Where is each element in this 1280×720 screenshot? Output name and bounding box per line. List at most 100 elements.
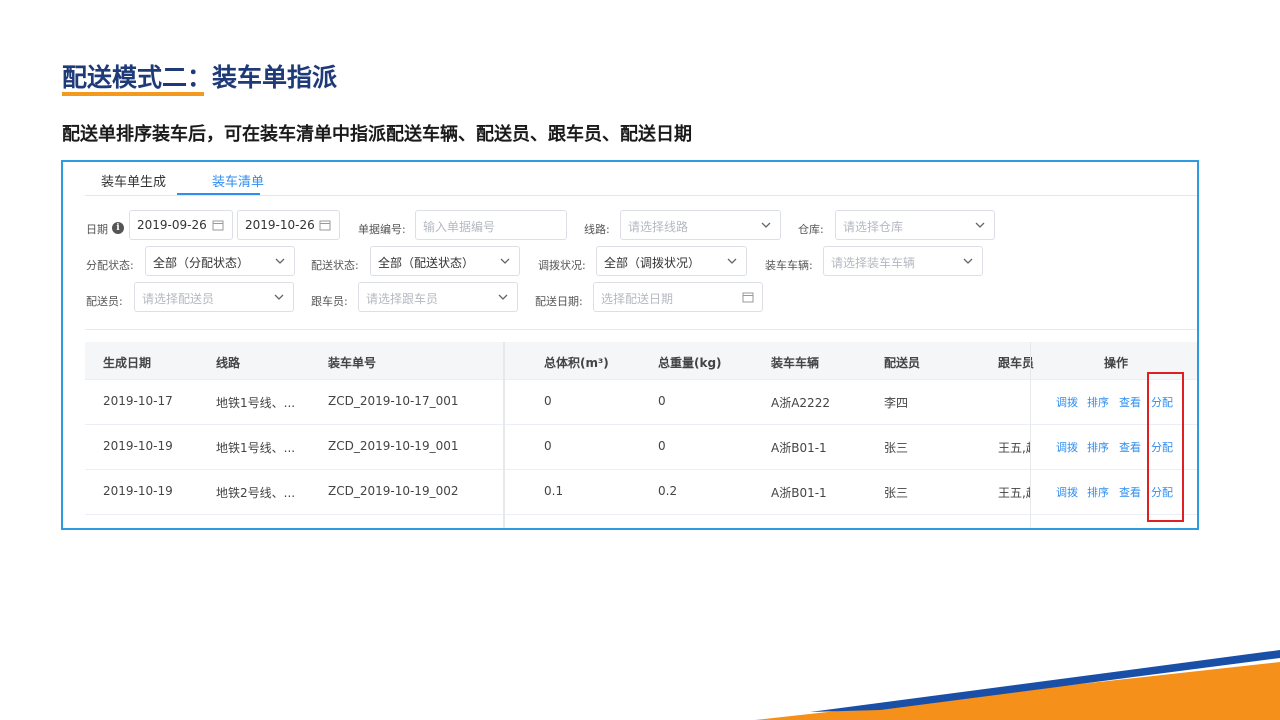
cell-no: ZCD_2019-10-19_002: [328, 484, 459, 498]
col-header-no: 装车单号: [328, 356, 377, 370]
cell-courier: 李四: [884, 396, 909, 410]
chevron-down-icon: [963, 258, 973, 264]
sort-link[interactable]: 排序: [1087, 439, 1109, 455]
courier-placeholder: 请选择配送员: [142, 292, 215, 306]
cell-date: 2019-10-19: [103, 484, 173, 498]
transfer-link[interactable]: 调拨: [1056, 394, 1078, 410]
fixed-column-divider-left: [503, 342, 505, 528]
cell-no: ZCD_2019-10-17_001: [328, 394, 459, 408]
escort-label: 跟车员:: [311, 295, 348, 308]
screenshot-frame: 装车单生成 装车清单 日期 i 2019-09-26 2019-10-26 单据…: [61, 160, 1199, 530]
cell-no: ZCD_2019-10-19_001: [328, 439, 459, 453]
start-date-value: 2019-09-26: [137, 218, 207, 232]
chevron-down-icon: [498, 294, 508, 300]
end-date-value: 2019-10-26: [245, 218, 315, 232]
doc-no-placeholder: 输入单据编号: [423, 220, 496, 234]
cell-route: 地铁2号线、...: [216, 486, 296, 500]
route-placeholder: 请选择线路: [628, 220, 689, 234]
col-header-date: 生成日期: [103, 356, 152, 370]
chevron-down-icon: [500, 258, 510, 264]
date-label: 日期: [86, 223, 108, 236]
vehicle-label: 装车车辆:: [765, 259, 813, 272]
view-link[interactable]: 查看: [1119, 439, 1141, 455]
view-link[interactable]: 查看: [1119, 484, 1141, 500]
cell-courier: 张三: [884, 441, 909, 455]
route-label: 线路:: [584, 223, 610, 236]
cell-date: 2019-10-17: [103, 394, 173, 408]
slide-title: 配送模式二：装车单指派: [62, 63, 338, 92]
escort-placeholder: 请选择跟车员: [366, 292, 439, 306]
cell-weight: 0: [658, 394, 666, 408]
delivery-status-label: 配送状态:: [311, 259, 359, 272]
warehouse-label: 仓库:: [798, 223, 824, 236]
cell-route: 地铁1号线、...: [216, 441, 296, 455]
courier-label: 配送员:: [86, 295, 123, 308]
col-header-escort: 跟车员: [998, 356, 1035, 370]
assign-status-value: 全部（分配状态）: [153, 256, 250, 270]
cell-vehicle: A浙B01-1: [771, 441, 827, 455]
tab-loading-list[interactable]: 装车清单: [212, 171, 264, 190]
assign-status-label: 分配状态:: [86, 259, 134, 272]
route-select[interactable]: 请选择线路: [620, 210, 781, 240]
transfer-status-select[interactable]: 全部（调拨状况）: [596, 246, 747, 276]
cell-vehicle: A浙B01-1: [771, 486, 827, 500]
doc-no-label: 单据编号:: [358, 223, 406, 236]
courier-select[interactable]: 请选择配送员: [134, 282, 294, 312]
chevron-down-icon: [761, 222, 771, 228]
escort-select[interactable]: 请选择跟车员: [358, 282, 518, 312]
cell-escort: 王五,赵: [998, 486, 1030, 500]
loading-list-table: 生成日期 线路 装车单号 总体积(m³) 总重量(kg) 装车车辆 配送员 跟车…: [85, 342, 1197, 528]
col-header-courier: 配送员: [884, 356, 921, 370]
assign-status-select[interactable]: 全部（分配状态）: [145, 246, 295, 276]
col-header-route: 线路: [216, 356, 241, 370]
info-icon: i: [112, 222, 124, 234]
cell-escort: 王五,赵: [998, 441, 1030, 455]
delivery-date-input[interactable]: 选择配送日期: [593, 282, 763, 312]
transfer-status-label: 调拨状况:: [538, 259, 586, 272]
filter-table-divider: [85, 329, 1197, 330]
cell-date: 2019-10-19: [103, 439, 173, 453]
active-tab-indicator: [177, 193, 260, 195]
doc-no-input[interactable]: 输入单据编号: [415, 210, 567, 240]
vehicle-select[interactable]: 请选择装车车辆: [823, 246, 983, 276]
start-date-input[interactable]: 2019-09-26: [129, 210, 233, 240]
slide-subtitle: 配送单排序装车后，可在装车清单中指派配送车辆、配送员、跟车员、配送日期: [62, 124, 692, 145]
vehicle-placeholder: 请选择装车车辆: [831, 256, 916, 270]
delivery-status-select[interactable]: 全部（配送状态）: [370, 246, 520, 276]
sort-link[interactable]: 排序: [1087, 484, 1109, 500]
transfer-link[interactable]: 调拨: [1056, 439, 1078, 455]
blue-stripe: [810, 650, 1280, 712]
col-header-actions: 操作: [1104, 356, 1129, 370]
chevron-down-icon: [727, 258, 737, 264]
chevron-down-icon: [274, 294, 284, 300]
chevron-down-icon: [275, 258, 285, 264]
cell-weight: 0.2: [658, 484, 678, 498]
cell-vehicle: A浙A2222: [771, 396, 830, 410]
cell-weight: 0: [658, 439, 666, 453]
orange-stripe: [755, 662, 1280, 720]
tabs-divider: [85, 195, 1197, 196]
transfer-link[interactable]: 调拨: [1056, 484, 1078, 500]
tab-generate[interactable]: 装车单生成: [101, 171, 166, 190]
warehouse-select[interactable]: 请选择仓库: [835, 210, 995, 240]
table-row: 2019-10-19 地铁1号线、... ZCD_2019-10-19_001 …: [85, 425, 1197, 470]
chevron-down-icon: [975, 222, 985, 228]
delivery-date-label: 配送日期:: [535, 295, 583, 308]
col-header-vehicle: 装车车辆: [771, 356, 820, 370]
cell-volume: 0: [544, 439, 552, 453]
cell-route: 地铁1号线、...: [216, 396, 296, 410]
cell-volume: 0: [544, 394, 552, 408]
fixed-column-divider-right: [1030, 342, 1031, 528]
title-underline: [62, 92, 204, 96]
delivery-date-placeholder: 选择配送日期: [601, 292, 674, 306]
cell-volume: 0.1: [544, 484, 564, 498]
table-row: 2019-10-17 地铁1号线、... ZCD_2019-10-17_001 …: [85, 380, 1197, 425]
sort-link[interactable]: 排序: [1087, 394, 1109, 410]
delivery-status-value: 全部（配送状态）: [378, 256, 475, 270]
assign-highlight-box: [1147, 372, 1184, 522]
calendar-icon: [212, 220, 224, 231]
col-header-weight: 总重量(kg): [658, 356, 722, 370]
view-link[interactable]: 查看: [1119, 394, 1141, 410]
end-date-input[interactable]: 2019-10-26: [237, 210, 340, 240]
col-header-volume: 总体积(m³): [544, 356, 609, 370]
